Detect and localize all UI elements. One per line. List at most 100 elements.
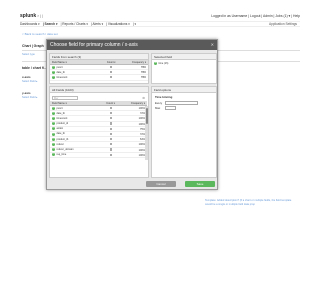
add-field-icon[interactable]: + xyxy=(52,148,55,152)
application-settings-link[interactable]: Application Settings xyxy=(269,22,297,26)
count-checkbox[interactable] xyxy=(109,143,112,146)
field-options-panel: Field options Time binning Every Max xyxy=(151,86,217,178)
yaxis-select-link[interactable]: Select Field ▸ xyxy=(22,96,38,99)
field-name-cell: + referer_domain xyxy=(50,148,99,152)
dialog-header: Choose field for primary column / x-axis… xyxy=(47,40,217,50)
field-name-cell: + req_time xyxy=(50,153,99,157)
field-name-cell: + action xyxy=(50,127,99,131)
save-button[interactable]: Save xyxy=(185,181,215,187)
field-name: req_time xyxy=(56,153,67,157)
frequency-cell: 100% xyxy=(138,148,145,152)
frequency-cell: 100% xyxy=(138,117,145,121)
column-frequency[interactable]: Frequency ▾ xyxy=(123,60,148,64)
time-binning-label: Time binning xyxy=(155,95,173,99)
frequency-cell: TBD xyxy=(141,76,146,80)
nav-alerts[interactable]: | Alerts ▾ xyxy=(91,22,103,26)
nav-search[interactable]: | Search ▾ xyxy=(43,22,58,26)
filter-input[interactable]: filter xyxy=(52,96,78,100)
column-field-name[interactable]: Field Name ▾ xyxy=(50,60,99,64)
count-checkbox[interactable] xyxy=(110,76,113,79)
selected-field-panel: Selected field a time (1h) xyxy=(151,53,217,84)
add-field-icon[interactable]: + xyxy=(52,65,55,69)
select-type-link[interactable]: Select type xyxy=(22,53,35,56)
field-name-cell: + date_tb xyxy=(50,132,99,136)
nav-visualizations[interactable]: | Visualizations ▾ xyxy=(106,22,130,26)
count-checkbox[interactable] xyxy=(110,65,113,68)
annotation-note: Template: Added description? (If a chart… xyxy=(205,199,292,206)
xaxis-select-link[interactable]: Select Field ▸ xyxy=(22,80,38,83)
cancel-button[interactable]: Cancel xyxy=(146,181,176,187)
count-checkbox[interactable] xyxy=(109,122,112,125)
settings-icon[interactable]: ⚙ xyxy=(142,96,145,100)
field-name-cell: + punct xyxy=(50,65,99,69)
add-field-icon[interactable]: + xyxy=(52,70,55,74)
count-checkbox[interactable] xyxy=(109,117,112,120)
scrollbar-thumb[interactable] xyxy=(145,108,148,124)
add-field-icon[interactable]: + xyxy=(52,116,55,120)
count-cell xyxy=(99,111,123,115)
frequency-cell: 100% xyxy=(138,107,145,110)
xaxis-label: x-axis xyxy=(22,75,31,79)
count-checkbox[interactable] xyxy=(109,137,112,141)
field-row[interactable]: + timecount TBD xyxy=(50,75,148,81)
frequency-cell: 64% xyxy=(139,138,145,142)
add-field-icon[interactable]: + xyxy=(52,75,55,79)
splunk-logo[interactable]: splunk xyxy=(20,13,36,19)
dialog-title: Choose field for primary column / x-axis xyxy=(50,42,138,48)
count-checkbox[interactable] xyxy=(110,71,113,74)
column-count[interactable]: Count ▾ xyxy=(99,101,123,105)
count-checkbox[interactable] xyxy=(109,106,112,109)
user-menu[interactable]: Logged in as Username | Logout | Admin |… xyxy=(211,14,300,18)
add-field-icon[interactable]: + xyxy=(52,132,55,136)
count-checkbox[interactable] xyxy=(109,153,112,156)
count-cell xyxy=(99,106,123,110)
count-cell xyxy=(99,122,123,126)
column-count[interactable]: Count ▾ xyxy=(99,60,123,64)
frequency-cell: 75% xyxy=(139,127,145,131)
add-field-icon[interactable]: + xyxy=(52,153,55,157)
count-cell xyxy=(99,127,123,131)
count-checkbox[interactable] xyxy=(109,112,112,115)
panel-title: All Fields (1023) xyxy=(50,87,148,93)
frequency-cell: 100% xyxy=(138,122,145,126)
nav-more[interactable]: | ▾ xyxy=(133,22,136,26)
table-chart-section-title: table / chart fi... xyxy=(22,66,47,70)
count-cell xyxy=(99,142,123,146)
add-field-icon[interactable]: + xyxy=(52,137,55,141)
max-label: Max xyxy=(155,106,161,110)
selected-field-item[interactable]: a time (1h) xyxy=(152,60,216,67)
nav-reports[interactable]: | Reports / Charts ▾ xyxy=(61,22,88,26)
frequency-cell: TBD xyxy=(141,71,146,75)
all-fields-panel: All Fields (1023) filter ⚙ Field Name ▾ … xyxy=(49,86,149,178)
max-input[interactable] xyxy=(165,106,176,110)
add-field-icon[interactable]: + xyxy=(52,127,55,131)
add-field-icon[interactable]: + xyxy=(52,111,55,115)
yaxis-label: y-axis xyxy=(22,91,31,95)
column-frequency[interactable]: Frequency ▾ xyxy=(123,101,147,105)
add-field-icon[interactable]: + xyxy=(52,142,55,146)
frequency-cell: 100% xyxy=(138,153,145,157)
every-label: Every xyxy=(155,100,163,105)
frequency-cell: 72% xyxy=(139,132,145,136)
field-name-cell: + referer xyxy=(50,142,99,146)
count-checkbox[interactable] xyxy=(109,132,112,135)
field-name-cell: + product_tb xyxy=(50,137,99,141)
close-icon[interactable]: ✕ xyxy=(211,40,214,50)
add-field-icon[interactable]: + xyxy=(52,106,55,110)
back-link[interactable]: < Back to search / data set xyxy=(22,32,58,36)
frequency-cell: 72% xyxy=(139,112,145,116)
selected-field-name: time (1h) xyxy=(158,62,169,65)
field-row[interactable]: + req_time 100% xyxy=(50,153,147,158)
every-input[interactable] xyxy=(165,100,198,105)
nav-dashboards[interactable]: Dashboards ▾ xyxy=(20,22,40,26)
column-field-name[interactable]: Field Name ▾ xyxy=(50,101,99,105)
count-cell xyxy=(99,148,123,152)
add-field-icon[interactable]: + xyxy=(52,122,55,126)
scrollbar[interactable] xyxy=(145,106,148,160)
top-bar: splunk > | | Logged in as Username | Log… xyxy=(20,12,300,20)
logo-suffix: > | | xyxy=(37,14,43,18)
field-name: timecount xyxy=(56,75,68,79)
count-checkbox[interactable] xyxy=(109,127,112,130)
field-name-cell: + date_tb xyxy=(50,70,99,74)
count-checkbox[interactable] xyxy=(109,148,112,151)
